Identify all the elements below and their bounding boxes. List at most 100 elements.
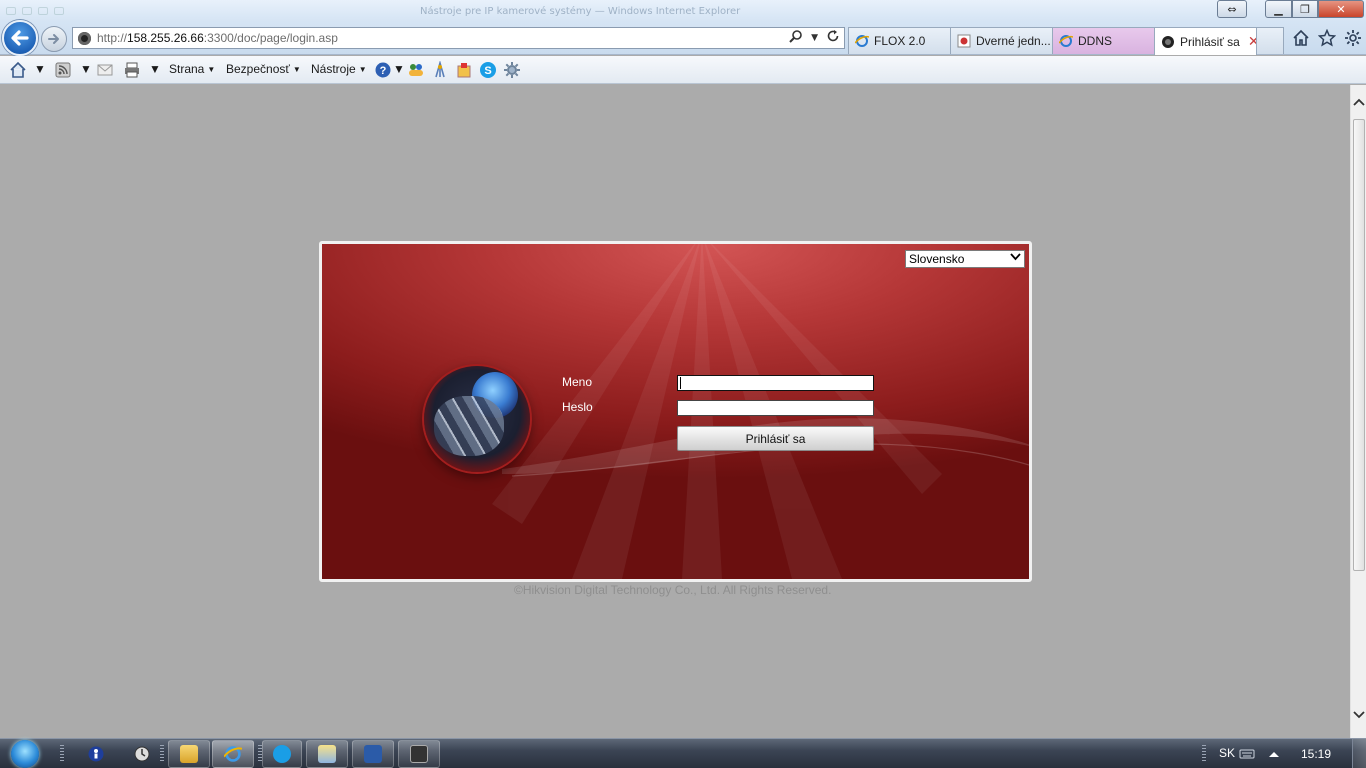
text-cursor	[680, 377, 681, 389]
home-icon[interactable]	[9, 61, 27, 79]
tab-strip: FLOX 2.0 Dverné jedn... DDNS Prihlásiť s…	[848, 27, 1284, 55]
print-dropdown-icon[interactable]: ▼	[149, 62, 161, 76]
vertical-scrollbar[interactable]	[1350, 85, 1366, 738]
skype-icon	[273, 745, 291, 763]
forward-button[interactable]	[41, 26, 67, 52]
minimize-button[interactable]: ▁	[1265, 0, 1292, 18]
browser-chrome: Nástroje pre IP kamerové systémy — Windo…	[0, 0, 1366, 56]
page-icon	[957, 34, 971, 48]
tab-label: Prihlásiť sa	[1180, 34, 1240, 49]
menu-safety-label: Bezpečnosť	[226, 62, 290, 76]
camera-icon	[410, 745, 428, 763]
restore-alt-button[interactable]: ⇔	[1217, 0, 1247, 18]
url-path: :3300/doc/page/login.asp	[203, 31, 338, 45]
language-selected-label: Slovensko	[909, 252, 965, 266]
ie-icon	[855, 35, 869, 47]
scrollbar-thumb[interactable]	[1353, 119, 1365, 571]
taskbar-word[interactable]	[352, 740, 394, 768]
tab-login[interactable]: Prihlásiť sa ✕	[1154, 27, 1257, 55]
taskbar-grip	[1202, 745, 1206, 763]
url-host: 158.255.26.66	[127, 31, 204, 45]
messenger-icon[interactable]	[407, 61, 425, 79]
gear-icon[interactable]	[1344, 29, 1362, 52]
home-dropdown-icon[interactable]: ▼	[34, 62, 46, 76]
address-bar[interactable]: http://158.255.26.66:3300/doc/page/login…	[72, 27, 845, 49]
new-tab-button[interactable]	[1256, 27, 1284, 54]
tab-ddns[interactable]: DDNS	[1052, 27, 1155, 54]
forward-arrow-icon	[48, 34, 59, 44]
star-icon[interactable]	[1317, 28, 1337, 52]
settings-gear-icon[interactable]	[503, 61, 521, 79]
language-select[interactable]: Slovensko	[905, 250, 1025, 268]
chevron-down-icon	[1010, 251, 1021, 268]
start-button[interactable]	[6, 739, 44, 768]
taskbar-ie[interactable]	[212, 740, 254, 768]
taskbar-skype[interactable]	[262, 740, 302, 768]
window-controls: ▁ ❐ ✕	[1265, 0, 1364, 18]
password-label: Heslo	[562, 400, 593, 414]
url-text[interactable]: http://158.255.26.66:3300/doc/page/login…	[97, 31, 338, 45]
addon-icon[interactable]	[455, 61, 473, 79]
tray-expand-icon[interactable]	[1266, 746, 1282, 762]
menu-page-label: Strana	[169, 62, 205, 76]
clock[interactable]: 15:19	[1301, 747, 1331, 761]
camera-icon	[1162, 35, 1174, 48]
taskbar-explorer[interactable]	[168, 740, 210, 768]
back-button[interactable]	[2, 20, 38, 56]
maximize-button[interactable]: ❐	[1292, 0, 1318, 18]
refresh-icon[interactable]	[826, 29, 840, 48]
language-indicator[interactable]: SK	[1219, 746, 1235, 760]
copyright-text: ©Hikvision Digital Technology Co., Ltd. …	[514, 583, 832, 597]
taskbar-grip	[160, 745, 164, 763]
skype-icon[interactable]: S	[479, 61, 497, 79]
menu-page[interactable]: Strana ▼	[169, 62, 215, 76]
username-input[interactable]	[677, 375, 874, 391]
word-icon	[364, 745, 382, 763]
taskbar-grip	[60, 745, 64, 763]
url-prefix: http://	[97, 31, 128, 45]
login-panel: Slovensko Meno Heslo Prihlásiť sa	[319, 241, 1032, 582]
clock-tool-icon[interactable]	[134, 746, 150, 762]
scroll-up-icon[interactable]	[1351, 97, 1366, 113]
help-dropdown-icon[interactable]: ▼	[393, 62, 405, 76]
command-bar: ▼ ▼ ▼ Strana ▼ Bezpečnosť ▼ Nástroje ▼ ? ▼ …	[0, 56, 1366, 84]
keyboard-icon[interactable]	[1239, 746, 1255, 762]
mail-icon[interactable]	[96, 61, 114, 79]
taskbar-network[interactable]	[306, 740, 348, 768]
home-icon[interactable]	[1292, 29, 1310, 52]
login-button[interactable]: Prihlásiť sa	[677, 426, 874, 451]
taskbar: SK 15:19	[0, 738, 1366, 768]
network-icon	[318, 745, 336, 763]
tab-label: DDNS	[1078, 34, 1113, 48]
password-input[interactable]	[677, 400, 874, 416]
feeds-dropdown-icon[interactable]: ▼	[80, 62, 92, 76]
feeds-icon[interactable]	[54, 61, 72, 79]
tab-label: Dverné jedn...	[976, 34, 1051, 48]
ie-icon	[224, 746, 242, 762]
folder-icon	[180, 745, 198, 763]
tab-flox[interactable]: FLOX 2.0	[848, 27, 951, 54]
user-icon[interactable]	[88, 746, 104, 762]
search-icon[interactable]	[789, 29, 803, 48]
window-title: Nástroje pre IP kamerové systémy — Windo…	[420, 6, 741, 17]
tab-dverne[interactable]: Dverné jedn...	[950, 27, 1053, 54]
back-arrow-icon	[11, 30, 29, 46]
close-window-button[interactable]: ✕	[1318, 0, 1364, 18]
show-desktop-button[interactable]	[1352, 739, 1366, 768]
hikvision-globe-logo	[424, 366, 530, 472]
svg-text:?: ?	[380, 65, 387, 77]
research-icon[interactable]	[431, 61, 449, 79]
menu-safety[interactable]: Bezpečnosť ▼	[226, 62, 301, 76]
site-favicon-icon	[78, 32, 91, 45]
dropdown-chevron-icon[interactable]: ▼	[811, 29, 818, 48]
ie-icon	[1059, 35, 1073, 47]
tab-label: FLOX 2.0	[874, 34, 926, 48]
taskbar-camera[interactable]	[398, 740, 440, 768]
svg-text:S: S	[484, 65, 491, 77]
help-icon[interactable]: ?	[374, 61, 392, 79]
scroll-down-icon[interactable]	[1351, 710, 1366, 726]
menu-tools[interactable]: Nástroje ▼	[311, 62, 367, 76]
quick-access-ghost	[6, 4, 96, 15]
print-icon[interactable]	[123, 61, 141, 79]
username-label: Meno	[562, 375, 593, 389]
